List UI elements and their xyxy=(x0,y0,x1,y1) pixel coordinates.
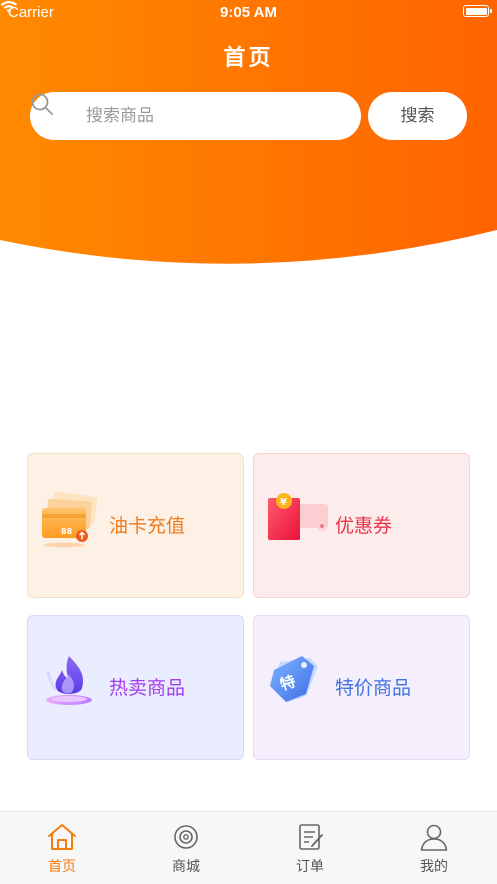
tab-label: 商城 xyxy=(172,859,200,875)
battery-icon xyxy=(463,5,492,17)
tab-bar: 首页 商城 订单 我的 xyxy=(0,811,497,884)
card-label: 油卡充值 xyxy=(109,515,186,537)
home-icon xyxy=(48,824,76,850)
tab-orders[interactable]: 订单 xyxy=(248,812,372,884)
status-bar: Carrier 9:05 AM xyxy=(0,0,497,26)
card-hot-products[interactable]: 热卖商品 xyxy=(27,615,244,760)
card-label: 特价商品 xyxy=(335,677,412,699)
search-bar[interactable] xyxy=(30,92,361,140)
search-icon xyxy=(31,93,53,115)
page-title: 首页 xyxy=(223,46,274,71)
tab-label: 首页 xyxy=(48,859,76,875)
search-button[interactable]: 搜索 xyxy=(368,92,467,140)
card-fuel-recharge[interactable]: 88 油卡充值 xyxy=(27,453,244,598)
order-icon xyxy=(299,824,323,850)
tab-home[interactable]: 首页 xyxy=(0,812,124,884)
tab-label: 我的 xyxy=(420,859,448,875)
fuel-card-badge: 88 xyxy=(61,527,73,536)
coupon-badge: ¥ xyxy=(280,497,287,508)
user-icon xyxy=(420,824,448,851)
tag-icon: 特 xyxy=(270,656,318,702)
search-input[interactable] xyxy=(86,92,346,140)
clock: 9:05 AM xyxy=(220,4,277,21)
tab-mall[interactable]: 商城 xyxy=(124,812,248,884)
flame-icon xyxy=(46,656,92,705)
header: Carrier 9:05 AM 首页 搜索 xyxy=(0,0,497,270)
card-label: 优惠券 xyxy=(335,515,393,537)
tab-label: 订单 xyxy=(296,859,324,875)
tab-profile[interactable]: 我的 xyxy=(372,812,496,884)
card-special-price[interactable]: 特 特价商品 xyxy=(253,615,470,760)
card-label: 热卖商品 xyxy=(109,677,186,699)
fuel-card-icon: 88 xyxy=(42,492,98,548)
card-coupon[interactable]: ¥ 优惠券 xyxy=(253,453,470,598)
mall-icon xyxy=(174,825,198,849)
coupon-icon: ¥ xyxy=(268,493,328,540)
